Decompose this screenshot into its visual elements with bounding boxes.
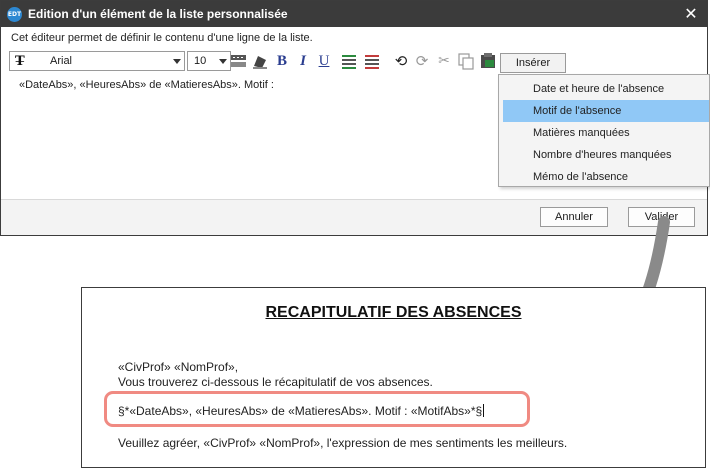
letter-list-text: §*«DateAbs», «HeuresAbs» de «MatieresAbs…	[118, 404, 483, 418]
letter-preview: RECAPITULATIF DES ABSENCES «CivProf» «No…	[81, 287, 706, 468]
letter-list-line: §*«DateAbs», «HeuresAbs» de «MatieresAbs…	[118, 404, 485, 418]
letter-title: RECAPITULATIF DES ABSENCES	[265, 304, 522, 321]
text-caret	[483, 404, 485, 417]
letter-greeting: «CivProf» «NomProf»,	[118, 360, 239, 374]
letter-closing: Veuillez agréer, «CivProf» «NomProf», l'…	[118, 436, 568, 450]
letter-intro: Vous trouverez ci-dessous le récapitulat…	[118, 375, 433, 389]
